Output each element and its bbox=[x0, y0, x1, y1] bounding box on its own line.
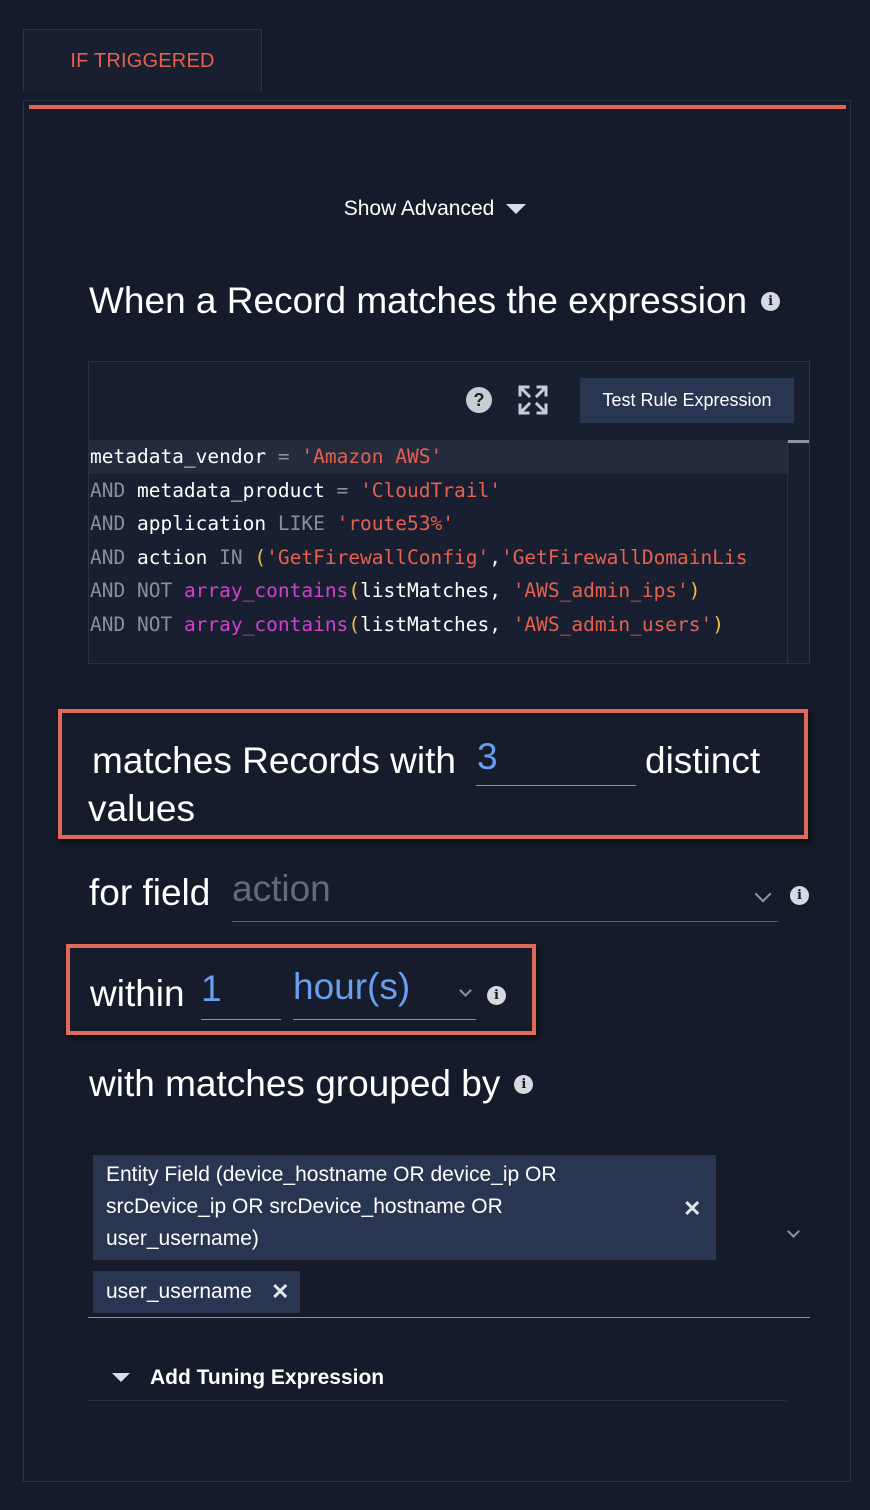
code-token: = bbox=[277, 445, 290, 468]
code-token: IN bbox=[219, 545, 243, 569]
caret-down-icon bbox=[112, 1373, 130, 1382]
add-tuning-expression-toggle[interactable]: Add Tuning Expression bbox=[88, 1355, 786, 1401]
add-tuning-label: Add Tuning Expression bbox=[150, 1365, 385, 1389]
group-chip-user-username: user_username ✕ bbox=[93, 1271, 300, 1313]
distinct-suffix-label: distinct bbox=[645, 740, 761, 781]
code-token: AND NOT bbox=[90, 612, 173, 636]
code-line[interactable]: AND metadata_product = 'CloudTrail' bbox=[89, 474, 789, 508]
code-token: 'GetFirewallConfig' bbox=[266, 545, 490, 569]
for-field-label: for field bbox=[89, 872, 211, 913]
code-token: 'CloudTrail' bbox=[360, 478, 501, 502]
code-token: ) bbox=[688, 579, 701, 603]
code-token: array_contains bbox=[183, 579, 349, 603]
code-token: = bbox=[336, 478, 349, 502]
info-icon[interactable]: i bbox=[487, 986, 506, 1005]
info-icon[interactable]: i bbox=[761, 291, 781, 311]
time-unit-value: hour(s) bbox=[293, 966, 411, 1007]
code-token: , bbox=[489, 545, 501, 569]
code-line[interactable]: AND action IN ('GetFirewallConfig','GetF… bbox=[89, 541, 789, 575]
help-icon[interactable]: ? bbox=[466, 387, 492, 413]
code-area[interactable]: metadata_vendor = 'Amazon AWS' AND metada… bbox=[89, 440, 789, 642]
group-chip-entity-field: Entity Field (device_hostname OR device_… bbox=[93, 1155, 716, 1260]
code-line[interactable]: AND NOT array_contains(listMatches, 'AWS… bbox=[89, 608, 789, 642]
code-token: ( bbox=[254, 545, 267, 569]
info-icon[interactable]: i bbox=[514, 1074, 534, 1094]
scrollbar-thumb[interactable] bbox=[788, 440, 809, 443]
time-window-highlight: within 1 hour(s) i bbox=[66, 944, 536, 1035]
chevron-down-icon bbox=[754, 885, 772, 903]
code-token: 'route53%' bbox=[336, 512, 454, 536]
group-by-select[interactable]: Entity Field (device_hostname OR device_… bbox=[88, 1155, 810, 1318]
distinct-values-label: values bbox=[88, 788, 195, 829]
remove-chip-icon[interactable]: ✕ bbox=[683, 1193, 701, 1225]
code-token: listMatches, bbox=[360, 579, 513, 603]
code-token: array_contains bbox=[183, 612, 349, 636]
code-token: action bbox=[125, 545, 220, 569]
editor-scrollbar[interactable] bbox=[787, 440, 809, 663]
code-token: ( bbox=[348, 579, 361, 603]
code-token: LIKE bbox=[277, 512, 325, 536]
rule-expression-editor[interactable]: ? Test Rule Expression metadata_vendor =… bbox=[88, 361, 810, 664]
distinct-count-input[interactable]: 3 bbox=[476, 736, 636, 786]
code-token: 'Amazon AWS' bbox=[301, 445, 443, 468]
code-token: 'AWS_admin_ips' bbox=[512, 579, 689, 603]
expression-title: When a Record matches the expression bbox=[89, 280, 748, 321]
code-token: ) bbox=[712, 612, 725, 636]
info-icon[interactable]: i bbox=[790, 886, 809, 905]
code-token: metadata_vendor bbox=[90, 445, 278, 468]
time-window-input[interactable]: 1 bbox=[201, 968, 281, 1020]
within-label: within bbox=[90, 973, 185, 1014]
time-unit-select[interactable]: hour(s) bbox=[293, 966, 476, 1020]
active-tab-indicator bbox=[29, 105, 846, 109]
tab-if-triggered[interactable]: IF TRIGGERED bbox=[23, 29, 262, 92]
code-token: AND bbox=[90, 478, 126, 502]
chevron-down-icon bbox=[459, 984, 472, 997]
code-token: application bbox=[125, 512, 278, 536]
field-select-value: action bbox=[232, 868, 331, 909]
code-line[interactable]: AND application LIKE 'route53%' bbox=[89, 507, 789, 541]
code-token: AND bbox=[90, 512, 126, 536]
code-token: 'AWS_admin_users' bbox=[512, 612, 713, 636]
distinct-values-highlight: matches Records with 3 distinct values bbox=[58, 709, 808, 839]
code-token: metadata_product bbox=[125, 478, 337, 502]
code-line[interactable]: AND NOT array_contains(listMatches, 'AWS… bbox=[89, 574, 789, 608]
caret-down-icon bbox=[506, 204, 527, 214]
code-token: AND bbox=[90, 545, 126, 569]
chip-label: user_username bbox=[106, 1280, 252, 1303]
chip-label: Entity Field (device_hostname OR device_… bbox=[106, 1163, 557, 1250]
code-token: listMatches, bbox=[360, 612, 513, 636]
show-advanced-label: Show Advanced bbox=[343, 197, 495, 220]
code-line[interactable]: metadata_vendor = 'Amazon AWS' bbox=[89, 440, 789, 474]
grouped-by-title: with matches grouped by bbox=[89, 1063, 501, 1104]
expression-heading: When a Record matches the expression i bbox=[89, 280, 781, 322]
distinct-prefix-label: matches Records with bbox=[92, 740, 456, 781]
field-select[interactable]: action bbox=[232, 868, 778, 922]
chevron-down-icon[interactable] bbox=[787, 1225, 800, 1238]
code-token: ( bbox=[348, 612, 361, 636]
expand-icon[interactable] bbox=[517, 384, 549, 416]
code-token: AND NOT bbox=[90, 579, 173, 603]
code-token: 'GetFirewallDomainLis bbox=[500, 545, 748, 569]
remove-chip-icon[interactable]: ✕ bbox=[271, 1279, 289, 1305]
grouped-by-heading: with matches grouped by i bbox=[89, 1063, 534, 1105]
test-rule-expression-button[interactable]: Test Rule Expression bbox=[580, 378, 794, 423]
show-advanced-toggle[interactable]: Show Advanced bbox=[0, 193, 870, 225]
editor-toolbar: ? Test Rule Expression bbox=[89, 362, 809, 440]
